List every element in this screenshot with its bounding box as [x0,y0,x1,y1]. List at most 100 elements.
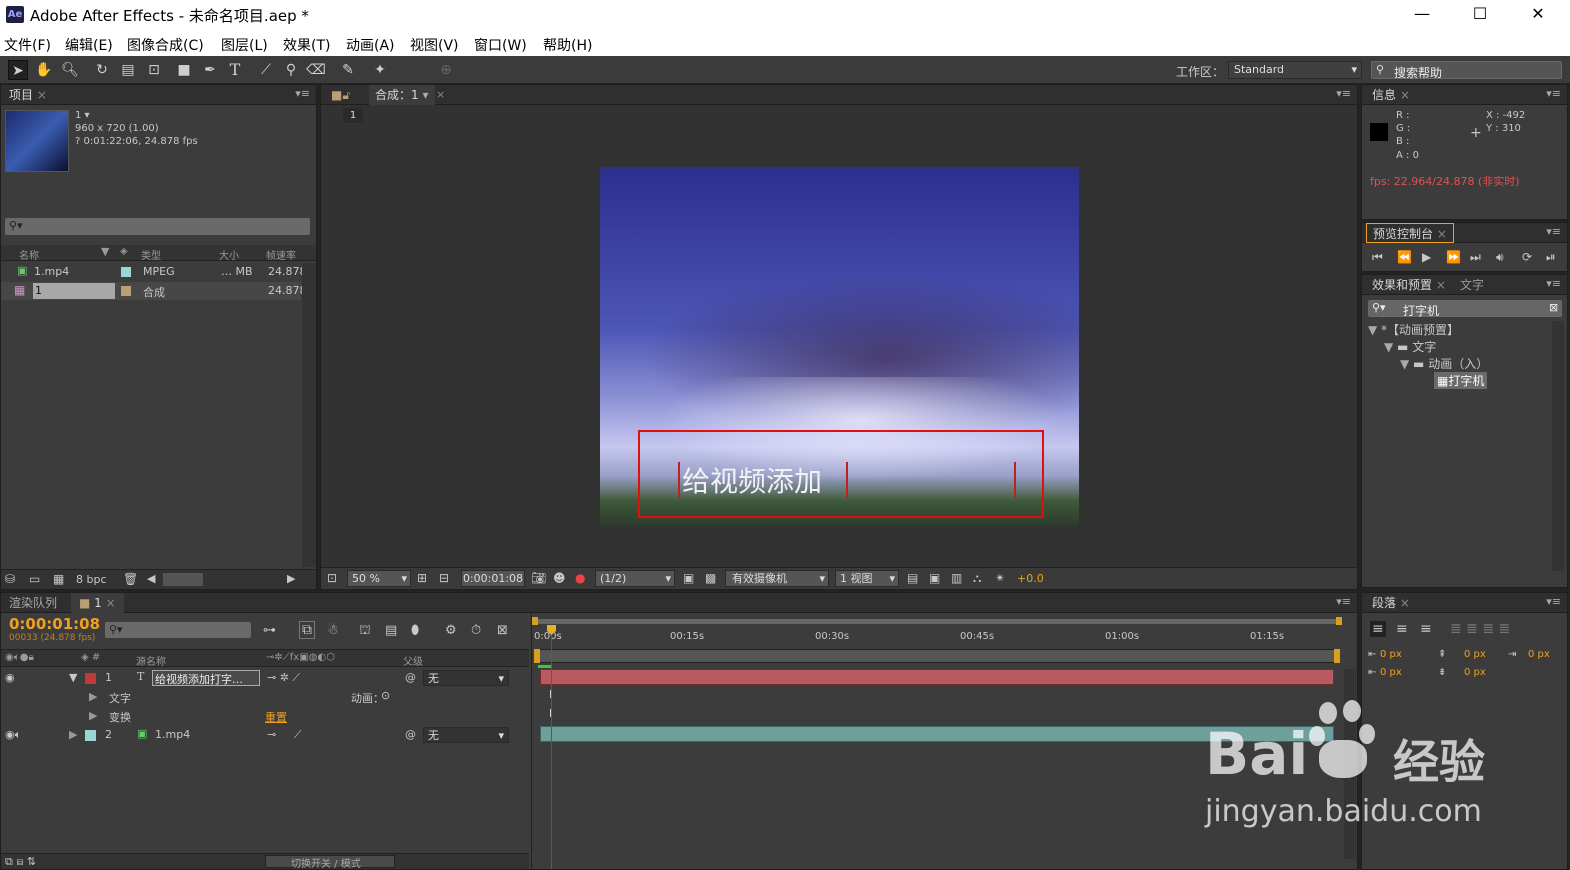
tab-render-queue[interactable]: 渲染队列 [9,593,57,613]
exposure-value[interactable]: +0.0 [1017,572,1044,585]
puppet-tool-icon[interactable]: ✦ [370,60,390,80]
label-color-swatch[interactable] [121,267,131,277]
pickwhip-icon[interactable]: @ [405,671,416,684]
type-tool-icon[interactable]: T [225,60,245,80]
roi-icon[interactable]: ▣ [683,571,694,585]
menu-file[interactable]: 文件(F) [4,35,51,55]
rectangle-tool-icon[interactable]: ■ [174,60,194,80]
overlay-text[interactable]: 给视频添加 [682,460,822,500]
video-frame[interactable]: 给视频添加 [600,167,1079,526]
effects-scrollbar[interactable] [1552,321,1564,571]
space-after-value[interactable]: 0 px [1464,667,1486,678]
horizontal-scroll-thumb[interactable] [163,573,203,586]
layer-name[interactable]: 给视频添加打字… [155,671,243,687]
work-area-bar[interactable] [534,619,1340,624]
work-area-start[interactable] [532,617,538,625]
navigator-start[interactable] [534,649,540,663]
animate-menu-icon[interactable]: ⊙ [381,689,390,702]
layer-row[interactable]: ◉ ▼ 1 T 给视频添加打字… ⊸ ✲ ⟋ @ 无 ▾ [1,669,529,687]
expand-arrow-icon[interactable]: ▶ [89,690,97,703]
tab-preview[interactable]: 预览控制台 × [1366,223,1454,243]
layer-row[interactable]: ◉🔈︎ ▶ 2 ▣ 1.mp4 ⊸ ⟋ @ 无 ▾ [1,726,529,744]
col-size[interactable]: 大小 [219,247,239,262]
minimize-button[interactable]: — [1402,2,1442,26]
property-row[interactable]: ▶ 变换 重置 [1,707,529,725]
pen-tool-icon[interactable]: ✒ [200,60,220,80]
eye-icon[interactable]: ◉ [5,671,15,684]
menu-window[interactable]: 窗口(W) [474,35,527,55]
label-color-swatch[interactable] [85,673,96,684]
layer-switches-icon[interactable]: ⧉ ⧈ ⇅ [5,855,36,869]
play-icon[interactable]: ▶ [1422,250,1431,264]
last-frame-icon[interactable]: ⏭ [1470,250,1481,265]
maximize-button[interactable]: ☐ [1460,2,1500,26]
next-frame-icon[interactable]: ⏩ [1446,250,1461,264]
camera-tool-icon[interactable]: ▤ [118,60,138,80]
expand-arrow-icon[interactable]: ▶ [69,728,77,741]
new-folder-icon[interactable]: ▭ [29,572,40,586]
panel-menu-icon[interactable]: ▾≡ [1546,277,1561,290]
trash-icon[interactable]: 🗑︎ [123,572,138,586]
current-time[interactable]: 0:00:01:08 [9,615,100,633]
new-comp-icon[interactable]: ▦ [53,572,64,586]
menu-help[interactable]: 帮助(H) [543,35,592,55]
tab-timeline-comp[interactable]: ■ 1 × [71,593,124,613]
reset-link[interactable]: 重置 [265,709,287,725]
label-color-swatch[interactable] [121,286,131,296]
scroll-right-icon[interactable]: ▶ [287,572,295,585]
layer-bar[interactable] [540,669,1334,685]
col-parent[interactable]: 父级 [403,653,423,668]
align-left-icon[interactable]: ≡ [1370,621,1386,637]
selection-tool-icon[interactable]: ➤ [8,60,28,80]
tree-item-selected[interactable]: ▦打字机 [1434,372,1488,389]
navigator-end[interactable] [1334,649,1340,663]
current-time-indicator[interactable] [551,625,552,869]
col-source-name[interactable]: 源名称 [136,653,166,668]
col-type[interactable]: 类型 [141,247,161,262]
tab-info[interactable]: 信息 × [1372,85,1410,105]
menu-composition[interactable]: 图像合成(C) [127,35,204,55]
roto-brush-tool-icon[interactable]: ✎ [338,60,358,80]
bit-depth-button[interactable]: 8 bpc [76,573,107,586]
indent-left-value[interactable]: 0 px [1380,649,1402,660]
property-row[interactable]: ▶ 文字 动画： ⊙ [1,688,529,706]
layer-name[interactable]: 1.mp4 [155,728,190,741]
panel-menu-icon[interactable]: ▾≡ [1546,225,1561,238]
shy-switch-icon[interactable]: ⊸ ✲ ⟋ [267,671,300,685]
col-fps[interactable]: 帧速率 [266,247,296,262]
workspace-dropdown[interactable]: Standard ▾ [1228,61,1362,79]
ram-preview-icon[interactable]: ⏯ [1546,250,1556,265]
expand-arrow-icon[interactable]: ▶ [89,709,97,722]
rotate-tool-icon[interactable]: ↻ [92,60,112,80]
parent-dropdown[interactable]: 无 ▾ [423,670,509,686]
align-center-icon[interactable]: ≡ [1396,621,1408,637]
space-before-value[interactable]: 0 px [1464,649,1486,660]
draft-3d-icon[interactable]: ⧉ [299,621,315,639]
shy-icon[interactable]: ☃ [327,623,339,638]
pickwhip-icon[interactable]: @ [405,728,416,741]
label-color-swatch[interactable] [85,730,96,741]
tab-text[interactable]: 文字 [1460,275,1484,295]
interpret-footage-icon[interactable]: ⛁ [5,572,15,586]
close-icon[interactable]: × [436,88,445,101]
indent-right-value[interactable]: 0 px [1528,649,1550,660]
text-handle-middle[interactable] [846,462,852,498]
clock-icon[interactable]: ⏱ [471,623,481,638]
prev-frame-icon[interactable]: ⏪ [1397,250,1412,264]
audio-icon[interactable]: 🔊︎ [1496,250,1504,265]
timeline-search-input[interactable]: ⚲▾ [105,622,251,638]
hand-tool-icon[interactable]: ✋ [34,60,54,80]
snap-icon[interactable]: ⊠ [497,623,508,638]
channel-icon[interactable]: ● [575,571,585,585]
toggle-switches-modes[interactable]: 切换开关 / 模式 [291,855,361,870]
parent-dropdown[interactable]: 无 ▾ [423,727,509,743]
timeline-icon[interactable]: ▥ [951,571,962,585]
panel-menu-icon[interactable]: ▾≡ [1546,595,1561,608]
justify-icons[interactable]: ≣ ≣ ≣ ≣ [1450,621,1510,637]
transparency-grid-icon[interactable]: ▩ [705,571,716,585]
menu-view[interactable]: 视图(V) [410,35,459,55]
first-line-indent-value[interactable]: 0 px [1380,667,1402,678]
tree-item[interactable]: ▼ ▬ 文字 [1384,338,1436,355]
tab-effects-presets[interactable]: 效果和预置 × [1372,275,1446,295]
search-help-input[interactable]: ⚲ 搜索帮助 [1371,61,1562,80]
